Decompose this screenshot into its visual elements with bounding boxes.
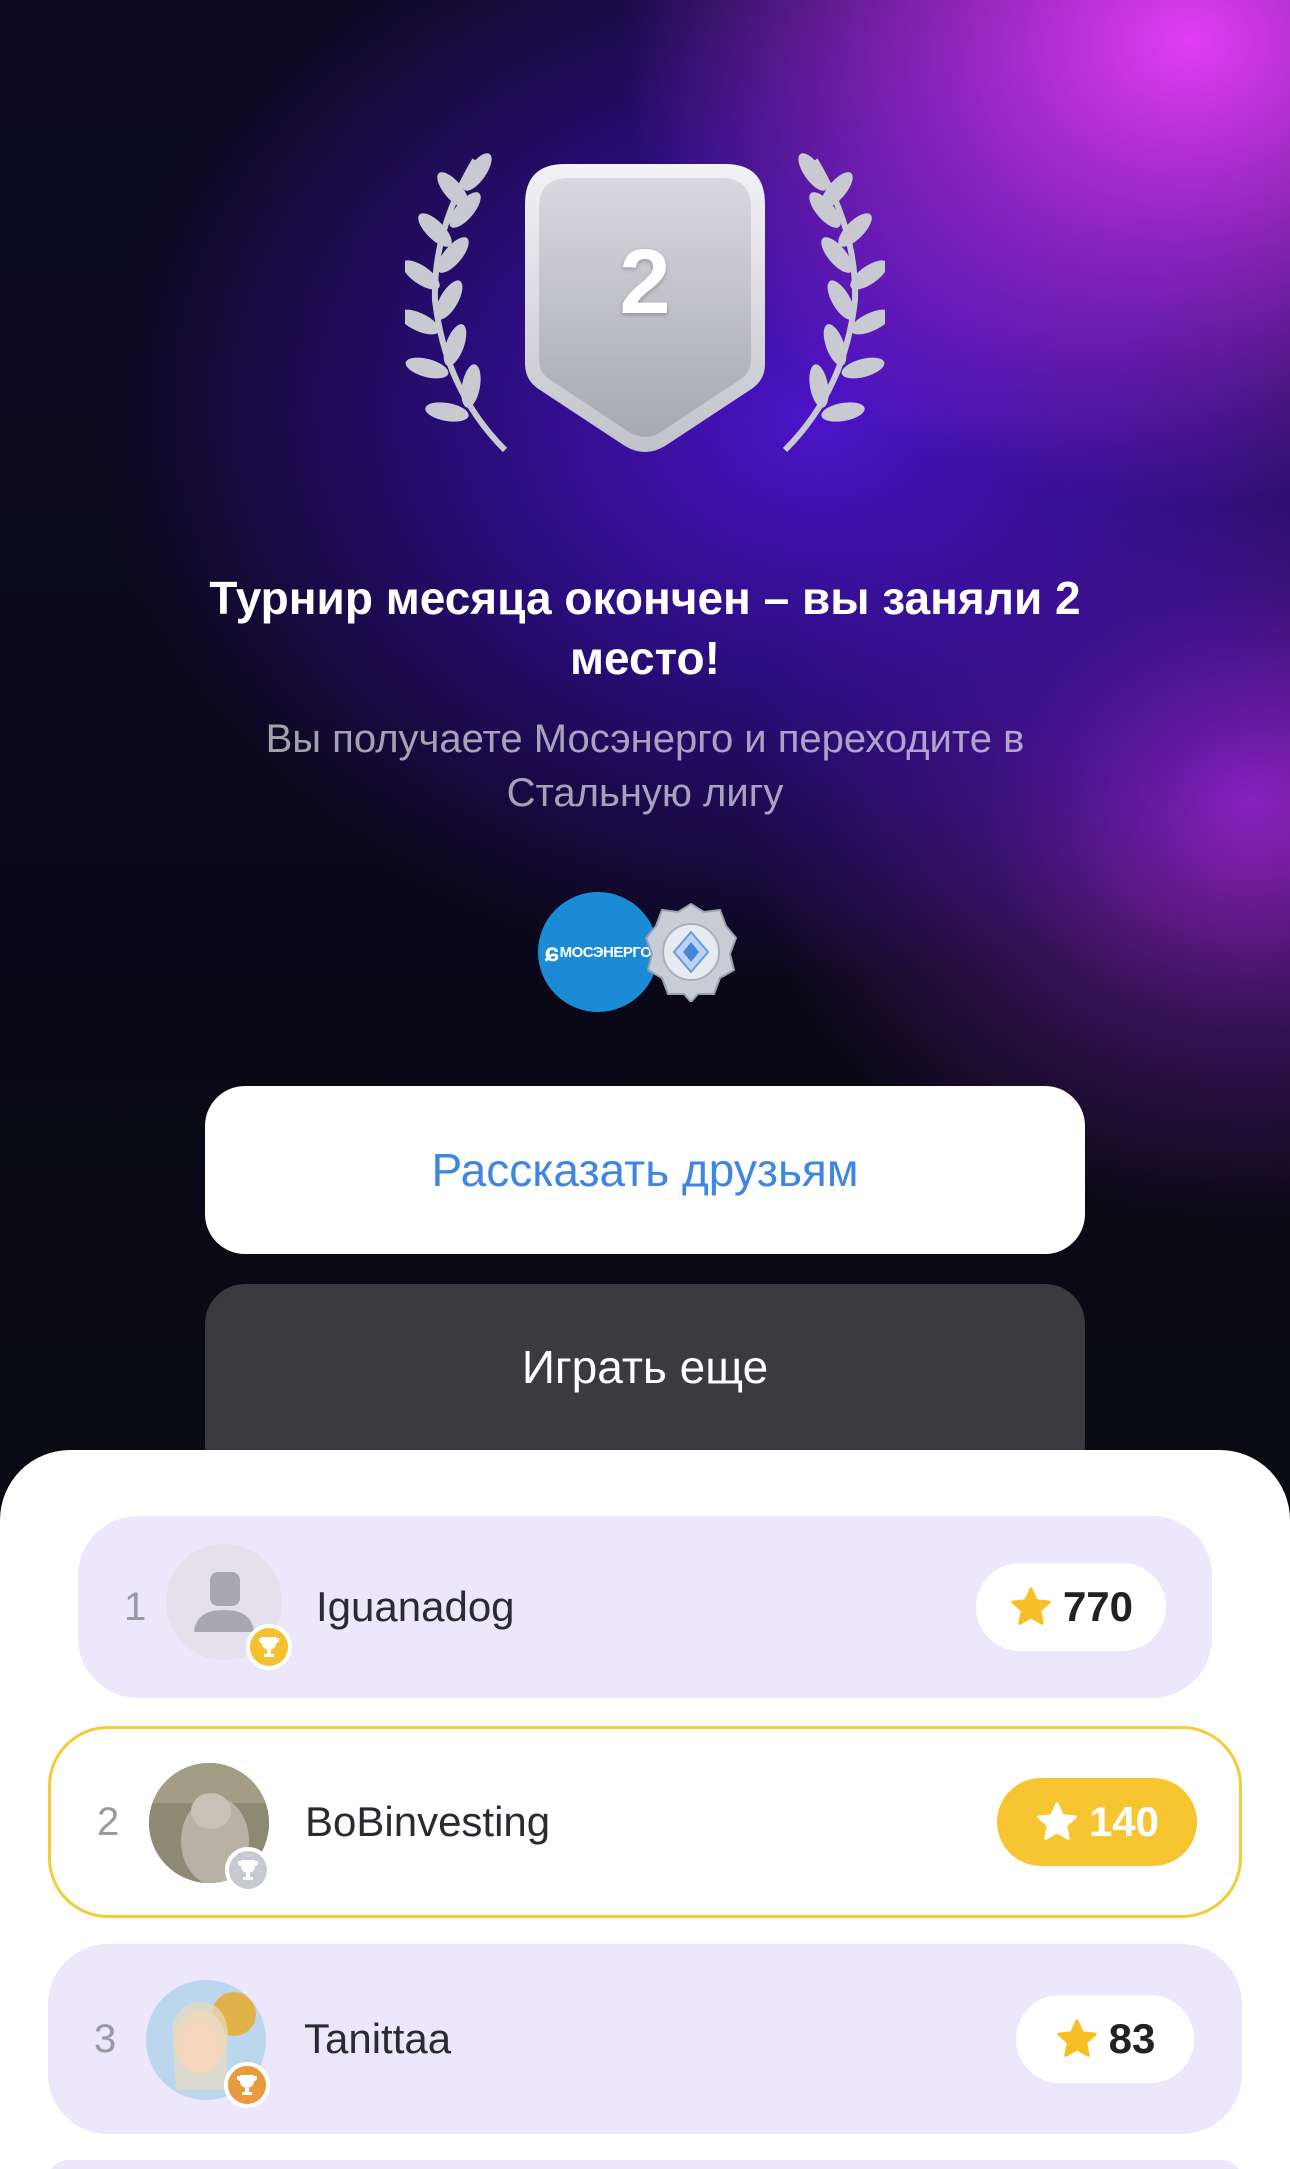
place-number: 2 — [619, 231, 671, 333]
laurel-right-icon — [782, 153, 885, 453]
score-value: 83 — [1108, 2015, 1156, 2062]
score-value: 770 — [1062, 1583, 1134, 1630]
result-subtitle: Вы получаете Мосэнерго и переходите в Ст… — [265, 717, 1025, 815]
result-title: Турнир месяца окончен – вы заняли 2 мест… — [209, 572, 1081, 684]
steel-league-badge-icon — [644, 902, 738, 1002]
laurel-left-icon — [405, 153, 508, 453]
share-with-friends-button[interactable]: Рассказать друзьям — [205, 1086, 1085, 1254]
place-badge: 2 — [405, 150, 885, 460]
rewards-row: ɕ МОСЭНЕРГО — [538, 892, 738, 1014]
mosenergo-logo: ɕ МОСЭНЕРГО — [538, 892, 658, 1012]
gold-trophy-icon — [246, 1624, 292, 1670]
star-icon — [1011, 1587, 1051, 1625]
gas-flame-icon: ɕ — [544, 936, 559, 967]
leaderboard-row-current-user[interactable]: 2 BoBinvesting 140 — [48, 1726, 1242, 1918]
leaderboard-row[interactable]: 3 Tanittaa 83 — [48, 1944, 1242, 2134]
score-value: 140 — [1088, 1798, 1160, 1845]
silver-trophy-icon — [225, 1847, 271, 1893]
bronze-trophy-icon — [224, 2062, 270, 2108]
player-name: Iguanadog — [316, 1583, 515, 1630]
star-icon — [1056, 2019, 1097, 2057]
score-pill: 140 — [997, 1778, 1197, 1866]
rank-number: 3 — [94, 2016, 117, 2061]
rank-number: 2 — [97, 1799, 120, 1844]
score-pill: 83 — [1016, 1995, 1194, 2083]
stock-logo-text: МОСЭНЕРГО — [559, 943, 652, 961]
star-icon — [1037, 1802, 1077, 1840]
player-name: BoBinvesting — [305, 1798, 551, 1845]
score-pill: 770 — [976, 1563, 1166, 1651]
player-name: Tanittaa — [304, 2015, 452, 2062]
rank-number: 1 — [124, 1584, 147, 1629]
leaderboard-row[interactable]: 1 Iguanadog 770 — [78, 1516, 1212, 1698]
leaderboard-row-partial[interactable] — [48, 2160, 1242, 2169]
